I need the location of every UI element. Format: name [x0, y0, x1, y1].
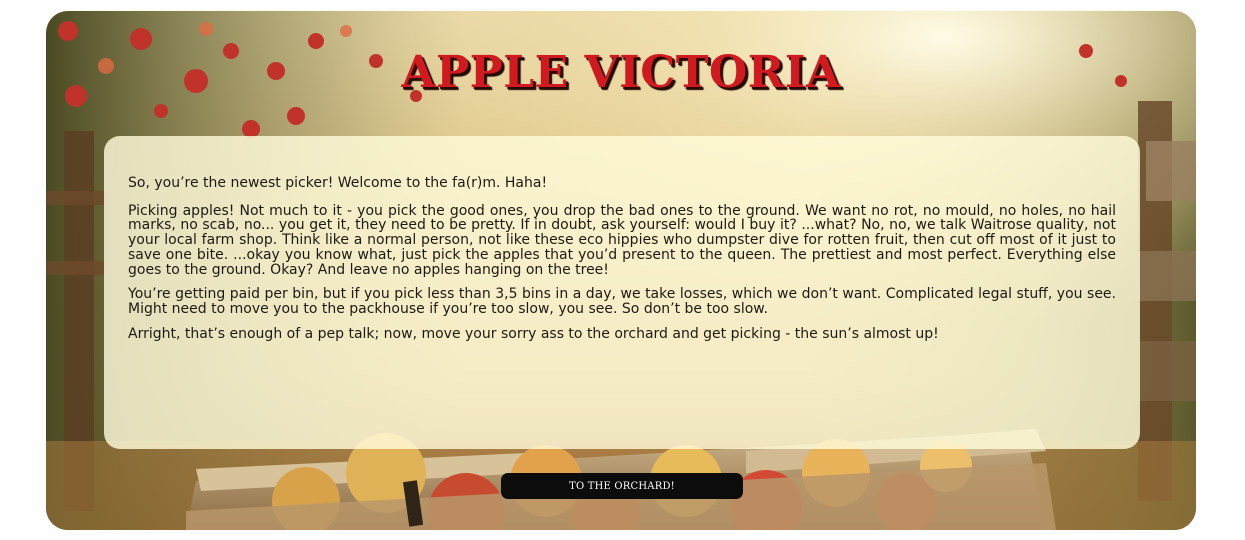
game-title: APPLE VICTORIA — [401, 47, 841, 98]
intro-paragraph-picking-rules: Picking apples! Not much to it - you pic… — [128, 202, 1116, 278]
intro-paragraph-greeting: So, you’re the newest picker! Welcome to… — [128, 175, 548, 191]
intro-paragraph-send-off: Arright, that’s enough of a pep talk; no… — [128, 325, 939, 342]
intro-paragraph-pay: You’re getting paid per bin, but if you … — [128, 286, 1116, 317]
game-screen: APPLE VICTORIA So, you’re the newest pic… — [46, 11, 1196, 530]
intro-dialog: So, you’re the newest picker! Welcome to… — [104, 136, 1140, 449]
to-orchard-button[interactable]: TO THE ORCHARD! — [501, 473, 743, 499]
